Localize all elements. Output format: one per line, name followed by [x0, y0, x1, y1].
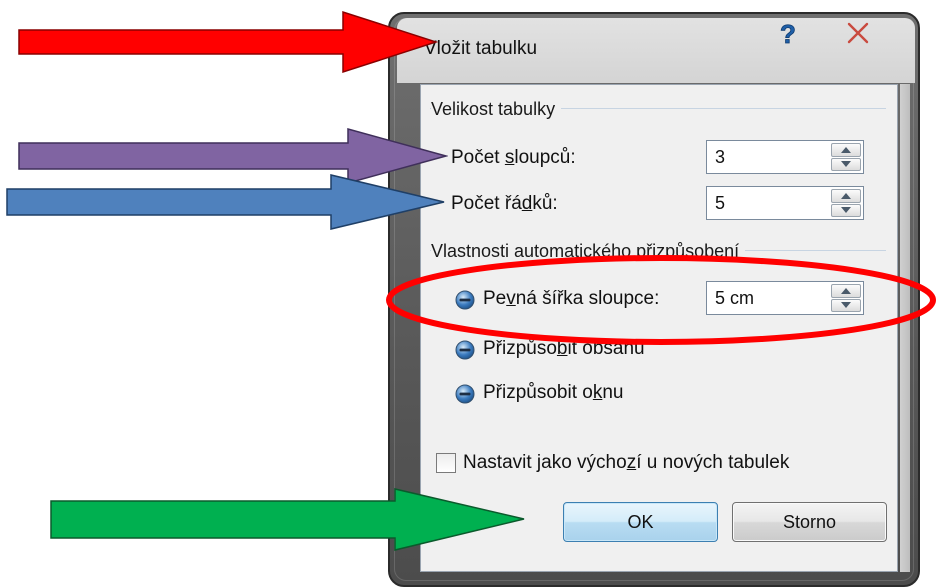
- arrow-down-icon: [841, 207, 851, 214]
- columns-value[interactable]: 3: [715, 147, 725, 168]
- ok-button[interactable]: OK: [563, 502, 718, 542]
- rows-value[interactable]: 5: [715, 193, 725, 214]
- rows-stepper[interactable]: 5: [706, 186, 864, 220]
- columns-label: Počet sloupců:: [451, 147, 576, 168]
- help-icon[interactable]: ?: [777, 20, 799, 48]
- set-default-label[interactable]: Nastavit jako výchozí u nových tabulek: [463, 452, 789, 474]
- title-pointer-arrow: [18, 10, 438, 74]
- svg-text:?: ?: [780, 20, 796, 48]
- arrow-down-icon: [841, 161, 851, 168]
- columns-increment-button[interactable]: [831, 143, 861, 157]
- rows-label: Počet řádků:: [451, 193, 558, 214]
- rows-decrement-button[interactable]: [831, 203, 861, 217]
- dialog-title: Vložit tabulku: [424, 38, 538, 59]
- cancel-button[interactable]: Storno: [732, 502, 887, 542]
- columns-decrement-button[interactable]: [831, 157, 861, 171]
- columns-stepper[interactable]: 3: [706, 140, 864, 174]
- close-icon[interactable]: [845, 20, 871, 46]
- fixed-width-highlight-ellipse: [386, 255, 936, 345]
- arrow-up-icon: [841, 146, 851, 153]
- fit-window-label[interactable]: Přizpůsobit oknu: [483, 382, 623, 404]
- ok-pointer-arrow: [50, 488, 525, 551]
- fit-window-radio[interactable]: [455, 384, 475, 404]
- set-default-checkbox[interactable]: [436, 453, 456, 473]
- arrow-up-icon: [841, 192, 851, 199]
- rows-increment-button[interactable]: [831, 189, 861, 203]
- rows-pointer-arrow: [6, 174, 445, 230]
- size-group-label: Velikost tabulky: [431, 99, 562, 120]
